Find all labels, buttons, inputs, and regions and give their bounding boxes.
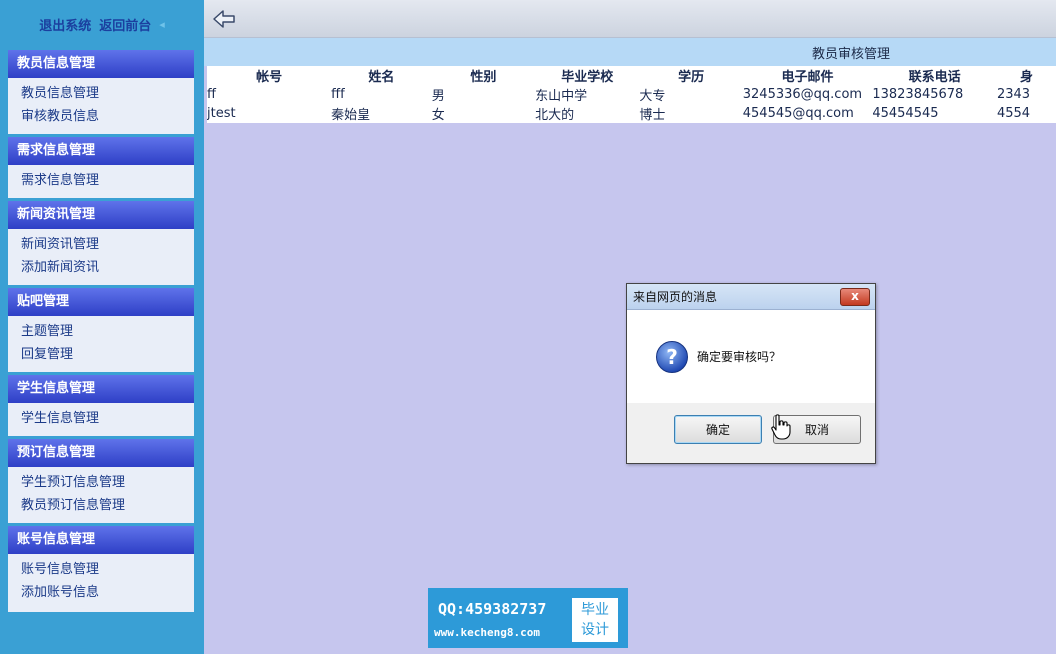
column-header-education: 学历 bbox=[678, 70, 705, 85]
watermark-banner: QQ:459382737 www.kecheng8.com 毕业 设计 bbox=[428, 588, 628, 648]
cell-education: 大专 bbox=[639, 89, 666, 104]
dialog-footer: 确定 取消 bbox=[627, 403, 875, 463]
group-head-account-info[interactable]: 账号信息管理 bbox=[8, 526, 194, 554]
watermark-badge-line2: 设计 bbox=[581, 622, 609, 638]
sidebar-item-teacher-info[interactable]: 教员信息管理 bbox=[8, 82, 194, 105]
cell-gender: 男 bbox=[431, 89, 445, 104]
column-header-school: 毕业学校 bbox=[561, 70, 614, 85]
sidebar-item-student-booking[interactable]: 学生预订信息管理 bbox=[8, 471, 194, 494]
dialog-title-bar[interactable]: 来自网页的消息 x bbox=[627, 284, 875, 310]
group-head-news[interactable]: 新闻资讯管理 bbox=[8, 201, 194, 229]
column-header-phone: 联系电话 bbox=[908, 70, 961, 85]
group-body-booking-info: 学生预订信息管理 教员预订信息管理 bbox=[8, 467, 194, 523]
table-header-row: 帐号 姓名 性别 毕业学校 学历 电子邮件 联系电话 身 bbox=[207, 66, 1056, 85]
sidebar-item-news-manage[interactable]: 新闻资讯管理 bbox=[8, 233, 194, 256]
group-body-account-info: 账号信息管理 添加账号信息 bbox=[8, 554, 194, 612]
cell-email: 3245336@qq.com bbox=[742, 87, 863, 102]
cell-education: 博士 bbox=[639, 108, 666, 123]
dialog-body: ? 确定要审核吗？ bbox=[627, 310, 875, 403]
cell-id: 4554 bbox=[996, 106, 1031, 121]
sidebar: 退出系统 返回前台 ◂ 教员信息管理 教员信息管理 审核教员信息 需求信息管理 … bbox=[0, 0, 204, 654]
sidebar-item-review-teacher[interactable]: 审核教员信息 bbox=[8, 105, 194, 128]
column-header-email: 电子邮件 bbox=[781, 70, 834, 85]
cell-school: 东山中学 bbox=[535, 89, 588, 104]
logout-link[interactable]: 退出系统 bbox=[39, 15, 91, 34]
table-row[interactable]: ff fff 男 东山中学 大专 3245336@qq.com 13823845… bbox=[207, 85, 1056, 104]
column-header-name: 姓名 bbox=[368, 70, 395, 85]
sidebar-item-reply-manage[interactable]: 回复管理 bbox=[8, 343, 194, 366]
watermark-badge: 毕业 设计 bbox=[572, 598, 618, 642]
cell-name: 秦始皇 bbox=[331, 108, 371, 123]
table-row[interactable]: jtest 秦始皇 女 北大的 博士 454545@qq.com 4545454… bbox=[207, 104, 1056, 123]
group-head-booking-info[interactable]: 预订信息管理 bbox=[8, 439, 194, 467]
watermark-badge-line1: 毕业 bbox=[581, 602, 609, 618]
sidebar-item-student-info[interactable]: 学生信息管理 bbox=[8, 407, 194, 430]
group-head-teacher-info[interactable]: 教员信息管理 bbox=[8, 50, 194, 78]
teacher-review-table: 帐号 姓名 性别 毕业学校 学历 电子邮件 联系电话 身 ff fff 男 东山… bbox=[207, 66, 1056, 123]
ok-button[interactable]: 确定 bbox=[674, 415, 762, 444]
sidebar-item-account-manage[interactable]: 账号信息管理 bbox=[8, 558, 194, 581]
top-toolbar bbox=[204, 0, 1056, 38]
cell-account: jtest bbox=[207, 106, 236, 121]
group-head-forum[interactable]: 贴吧管理 bbox=[8, 288, 194, 316]
group-body-demand-info: 需求信息管理 bbox=[8, 165, 194, 198]
column-header-gender: 性别 bbox=[470, 70, 497, 85]
sidebar-item-add-account[interactable]: 添加账号信息 bbox=[8, 581, 194, 604]
sidebar-item-add-news[interactable]: 添加新闻资讯 bbox=[8, 256, 194, 279]
question-icon: ? bbox=[656, 341, 688, 373]
page-title: 教员审核管理 bbox=[812, 47, 891, 62]
cell-id: 2343 bbox=[996, 87, 1031, 102]
cell-name: fff bbox=[331, 87, 345, 102]
sidebar-item-demand-info[interactable]: 需求信息管理 bbox=[8, 169, 194, 192]
page-title-bar: 教员审核管理 bbox=[204, 38, 1056, 66]
decorative-arrow-icon: ◂ bbox=[159, 17, 165, 31]
group-head-demand-info[interactable]: 需求信息管理 bbox=[8, 137, 194, 165]
group-body-teacher-info: 教员信息管理 审核教员信息 bbox=[8, 78, 194, 134]
sidebar-item-teacher-booking[interactable]: 教员预订信息管理 bbox=[8, 494, 194, 517]
close-icon[interactable]: x bbox=[840, 288, 870, 306]
group-head-student-info[interactable]: 学生信息管理 bbox=[8, 375, 194, 403]
svg-text:?: ? bbox=[666, 345, 678, 369]
cell-phone: 45454545 bbox=[872, 106, 939, 121]
dialog-message: 确定要审核吗？ bbox=[697, 350, 782, 364]
cell-email: 454545@qq.com bbox=[742, 106, 854, 121]
group-body-student-info: 学生信息管理 bbox=[8, 403, 194, 436]
group-body-forum: 主题管理 回复管理 bbox=[8, 316, 194, 372]
watermark-qq: QQ:459382737 bbox=[438, 600, 547, 618]
cell-gender: 女 bbox=[431, 108, 445, 123]
watermark-url: www.kecheng8.com bbox=[434, 626, 540, 639]
cell-phone: 13823845678 bbox=[872, 87, 964, 102]
dialog-title: 来自网页的消息 bbox=[633, 290, 718, 304]
back-arrow-icon[interactable] bbox=[212, 8, 236, 30]
back-to-front-link[interactable]: 返回前台 bbox=[99, 15, 151, 34]
sidebar-item-topic-manage[interactable]: 主题管理 bbox=[8, 320, 194, 343]
sidebar-top-links: 退出系统 返回前台 ◂ bbox=[0, 0, 204, 48]
hand-cursor-icon bbox=[771, 414, 791, 440]
cell-school: 北大的 bbox=[535, 108, 575, 123]
group-body-news: 新闻资讯管理 添加新闻资讯 bbox=[8, 229, 194, 285]
cell-account: ff bbox=[207, 87, 216, 102]
column-header-account: 帐号 bbox=[256, 70, 283, 85]
confirm-dialog: 来自网页的消息 x ? 确定要审核吗？ 确定 取消 bbox=[626, 283, 876, 464]
column-header-id: 身 bbox=[1019, 70, 1033, 85]
teacher-review-table-wrapper: 帐号 姓名 性别 毕业学校 学历 电子邮件 联系电话 身 ff fff 男 东山… bbox=[207, 66, 1056, 172]
